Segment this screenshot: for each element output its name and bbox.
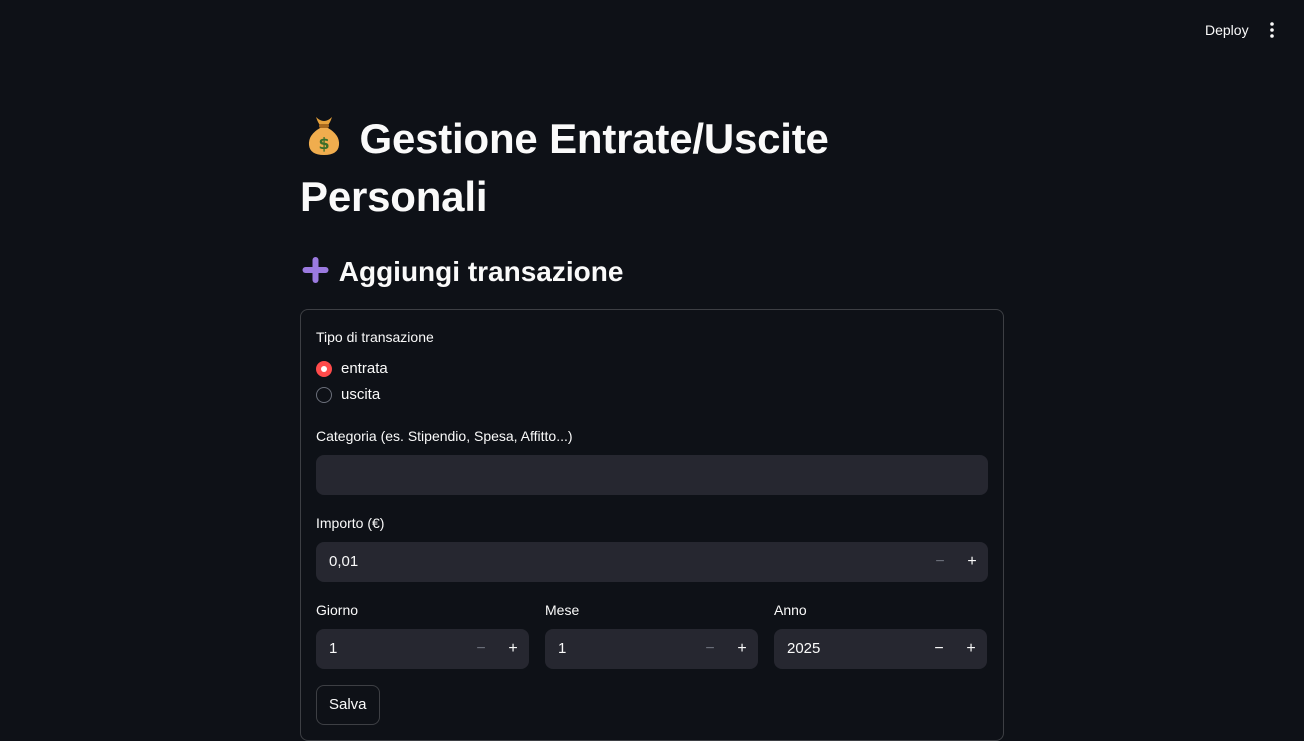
transaction-form: Tipo di transazione entrata uscita Categ… [300,308,1004,741]
save-button[interactable]: Salva [316,684,380,725]
category-input[interactable] [316,454,988,495]
month-increment-button[interactable]: + [726,629,758,669]
section-title: Aggiungi transazione [300,254,1004,293]
page-title-text: Gestione Entrate/Uscite Personali [300,115,829,221]
amount-decrement-button[interactable]: − [924,542,956,582]
money-bag-icon: $ [300,113,348,170]
month-field: Mese − + [545,600,758,669]
year-field: Anno − + [774,600,987,669]
amount-number-input: − + [316,541,988,582]
category-field: Categoria (es. Stipendio, Spesa, Affitto… [316,426,988,495]
month-input[interactable] [545,640,694,658]
vertical-dots-icon [1270,22,1274,38]
amount-increment-button[interactable]: + [956,542,988,582]
day-label: Giorno [316,601,359,618]
date-row: Giorno − + Mese − + Anno − [316,600,988,669]
year-number-input: − + [774,628,987,669]
radio-entrata[interactable]: entrata [316,356,988,382]
main-menu-button[interactable] [1260,18,1284,42]
top-toolbar: Deploy [0,0,1304,60]
section-title-text: Aggiungi transazione [338,256,624,288]
amount-input[interactable] [316,553,924,571]
radio-entrata-indicator[interactable] [316,360,332,377]
category-label: Categoria (es. Stipendio, Spesa, Affitto… [316,427,573,444]
plus-icon [300,255,332,294]
page-title: $ Gestione Entrate/Uscite Personali [300,112,1004,224]
year-label: Anno [774,601,807,618]
year-increment-button[interactable]: + [955,629,987,669]
svg-text:$: $ [319,134,330,153]
deploy-button[interactable]: Deploy [1196,17,1258,43]
radio-uscita-indicator[interactable] [316,386,332,403]
day-field: Giorno − + [316,600,529,669]
month-number-input: − + [545,628,758,669]
day-decrement-button[interactable]: − [465,629,497,669]
day-increment-button[interactable]: + [497,629,529,669]
month-decrement-button[interactable]: − [694,629,726,669]
amount-field: Importo (€) − + [316,513,988,582]
transaction-type-label: Tipo di transazione [316,328,434,345]
day-number-input: − + [316,628,529,669]
year-input[interactable] [774,640,923,658]
day-input[interactable] [316,640,465,658]
radio-entrata-label: entrata [341,360,388,378]
month-label: Mese [545,601,580,618]
year-decrement-button[interactable]: − [923,629,955,669]
amount-label: Importo (€) [316,514,385,531]
main-content: $ Gestione Entrate/Uscite Personali Aggi… [300,112,1004,741]
radio-uscita-label: uscita [341,386,381,404]
radio-uscita[interactable]: uscita [316,382,988,408]
